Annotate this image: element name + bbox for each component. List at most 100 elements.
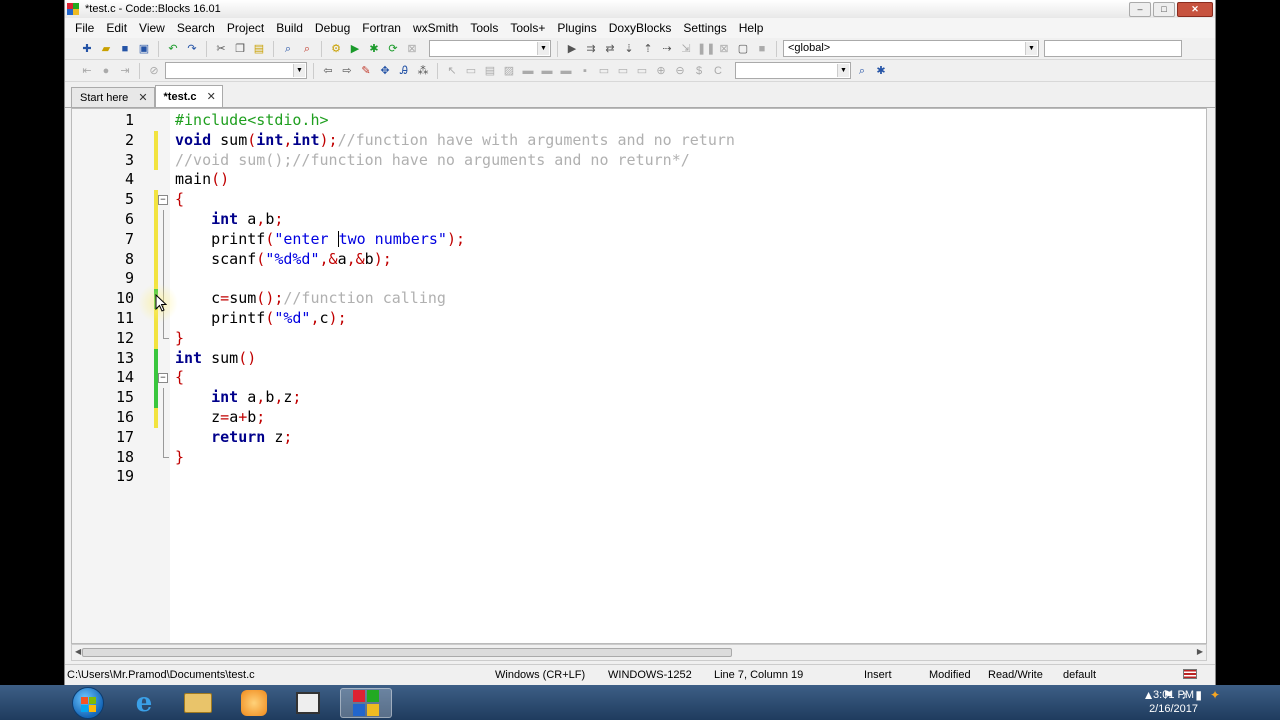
fold-toggle-icon[interactable]: −	[158, 373, 168, 384]
toggle-comment-icon[interactable]: ⊘	[146, 63, 162, 79]
layout4-icon[interactable]: ▪	[577, 63, 593, 79]
frame2-icon[interactable]: ▭	[615, 63, 631, 79]
find-more-icon[interactable]: ⁂	[415, 63, 431, 79]
menu-file[interactable]: File	[69, 21, 100, 35]
start-button[interactable]	[72, 687, 104, 719]
window-app-icon[interactable]	[282, 688, 334, 718]
title-bar[interactable]: *test.c - Code::Blocks 16.01 – □ ✕	[65, 0, 1215, 18]
undo-icon[interactable]: ↶	[165, 41, 181, 57]
code-line[interactable]: 11 printf("%d",c);	[72, 308, 1206, 329]
tray-app-icon[interactable]: ✦	[1210, 688, 1220, 702]
debugging-windows-icon[interactable]: ▢	[735, 41, 751, 57]
code-line[interactable]: 3 //void sum();//function have no argumen…	[72, 150, 1206, 171]
menu-settings[interactable]: Settings	[677, 21, 732, 35]
form-icon[interactable]: ▤	[482, 63, 498, 79]
code-line[interactable]: 10 c=sum();//function calling	[72, 289, 1206, 309]
build-and-run-icon[interactable]: ✱	[366, 41, 382, 57]
build-target-combo[interactable]: ▼	[429, 40, 551, 57]
close-button[interactable]: ✕	[1177, 1, 1213, 17]
code-line[interactable]: 5 −{	[72, 190, 1206, 210]
code-editor[interactable]: 1 #include<stdio.h> 2 void sum(int,int);//f…	[71, 108, 1207, 644]
menu-search[interactable]: Search	[171, 21, 221, 35]
minimize-button[interactable]: –	[1129, 1, 1151, 17]
goto-icon[interactable]: ✥	[377, 63, 393, 79]
layout2-icon[interactable]: ▬	[539, 63, 555, 79]
search-symbol-icon[interactable]: ⌕	[854, 63, 870, 79]
layout3-icon[interactable]: ▬	[558, 63, 574, 79]
menu-wxsmith[interactable]: wxSmith	[407, 21, 464, 35]
step-out-icon[interactable]: ⇡	[640, 41, 656, 57]
copy-icon[interactable]: ❐	[232, 41, 248, 57]
tab-test-c[interactable]: *test.c ✕	[154, 85, 223, 107]
code-line[interactable]: 1 #include<stdio.h>	[72, 111, 1206, 131]
menu-doxyblocks[interactable]: DoxyBlocks	[603, 21, 678, 35]
highlight-icon[interactable]: ✎	[358, 63, 374, 79]
cut-icon[interactable]: ✂	[213, 41, 229, 57]
code-line[interactable]: 16 z=a+b;	[72, 407, 1206, 428]
code-line[interactable]: 18}	[72, 447, 1206, 468]
frame-icon[interactable]: ▭	[596, 63, 612, 79]
find-icon[interactable]: ⌕	[280, 41, 296, 57]
menu-view[interactable]: View	[133, 21, 171, 35]
jump-forward-icon[interactable]: ⇥	[117, 63, 133, 79]
step-into-icon[interactable]: ⇣	[621, 41, 637, 57]
code-search-combo[interactable]: ▼	[165, 62, 307, 79]
select-icon[interactable]: ↖	[444, 63, 460, 79]
file-explorer-icon[interactable]	[172, 688, 224, 718]
menu-help[interactable]: Help	[733, 21, 770, 35]
menu-edit[interactable]: Edit	[100, 21, 133, 35]
paste-icon[interactable]: ▤	[251, 41, 267, 57]
step-into-instruction-icon[interactable]: ⇲	[678, 41, 694, 57]
new-file-icon[interactable]: ✚	[79, 41, 95, 57]
redo-icon[interactable]: ↷	[184, 41, 200, 57]
horizontal-scrollbar[interactable]: ◀ ▶	[71, 644, 1207, 661]
close-tab-icon[interactable]: ✕	[207, 90, 216, 103]
scrollbar-thumb[interactable]	[82, 648, 732, 657]
zoom-out-icon[interactable]: ⊖	[672, 63, 688, 79]
symbol-combo[interactable]: ▼	[735, 62, 851, 79]
edit-form-icon[interactable]: ▨	[501, 63, 517, 79]
code-line[interactable]: 14 −{	[72, 368, 1206, 389]
code-line[interactable]: 13 int sum()	[72, 348, 1206, 369]
next-instruction-icon[interactable]: ⇢	[659, 41, 675, 57]
build-icon[interactable]: ⚙	[328, 41, 344, 57]
menu-debug[interactable]: Debug	[309, 21, 356, 35]
taskbar-clock[interactable]: 3:01 PM 2/16/2017	[1149, 688, 1198, 716]
codeblocks-taskbar-icon[interactable]	[340, 688, 392, 718]
prev-icon[interactable]: ⇦	[320, 63, 336, 79]
abort-icon[interactable]: ⊠	[404, 41, 420, 57]
replace-icon[interactable]: ⌕	[299, 41, 315, 57]
zoom-in-icon[interactable]: ⊕	[653, 63, 669, 79]
run-to-cursor-icon[interactable]: ⇉	[583, 41, 599, 57]
jump-back-icon[interactable]: ⇤	[79, 63, 95, 79]
scroll-left-icon[interactable]: ◀	[75, 647, 81, 656]
maximize-button[interactable]: □	[1153, 1, 1175, 17]
menu-fortran[interactable]: Fortran	[356, 21, 407, 35]
layout-icon[interactable]: ▬	[520, 63, 536, 79]
dollar-icon[interactable]: $	[691, 63, 707, 79]
scroll-right-icon[interactable]: ▶	[1197, 647, 1203, 656]
scope-combo[interactable]: <global> ▼	[783, 40, 1039, 57]
menu-tools[interactable]: Tools	[464, 21, 504, 35]
run-icon[interactable]: ▶	[347, 41, 363, 57]
code-line[interactable]: 7 printf("enter two numbers");	[72, 229, 1206, 250]
fold-toggle-icon[interactable]: −	[158, 195, 168, 206]
function-combo[interactable]	[1044, 40, 1182, 57]
code-line[interactable]: 4 main()	[72, 170, 1206, 190]
menu-project[interactable]: Project	[221, 21, 270, 35]
code-line[interactable]: 15 int a,b,z;	[72, 388, 1206, 408]
block-icon[interactable]: ▭	[463, 63, 479, 79]
menu-build[interactable]: Build	[270, 21, 309, 35]
bookmark-icon[interactable]: ●	[98, 63, 114, 79]
menu-plugins[interactable]: Plugins	[551, 21, 602, 35]
code-line[interactable]: 6 int a,b;	[72, 209, 1206, 230]
break-debugger-icon[interactable]: ❚❚	[697, 41, 715, 57]
tab-start-here[interactable]: Start here ✕	[71, 87, 155, 107]
code-line[interactable]: 2 void sum(int,int);//function have with …	[72, 130, 1206, 151]
close-tab-icon[interactable]: ✕	[138, 91, 147, 104]
menu-tools-plus[interactable]: Tools+	[504, 21, 551, 35]
save-icon[interactable]: ■	[117, 41, 133, 57]
stop-debugger-icon[interactable]: ⊠	[716, 41, 732, 57]
open-file-icon[interactable]: ▰	[98, 41, 114, 57]
rebuild-icon[interactable]: ⟳	[385, 41, 401, 57]
